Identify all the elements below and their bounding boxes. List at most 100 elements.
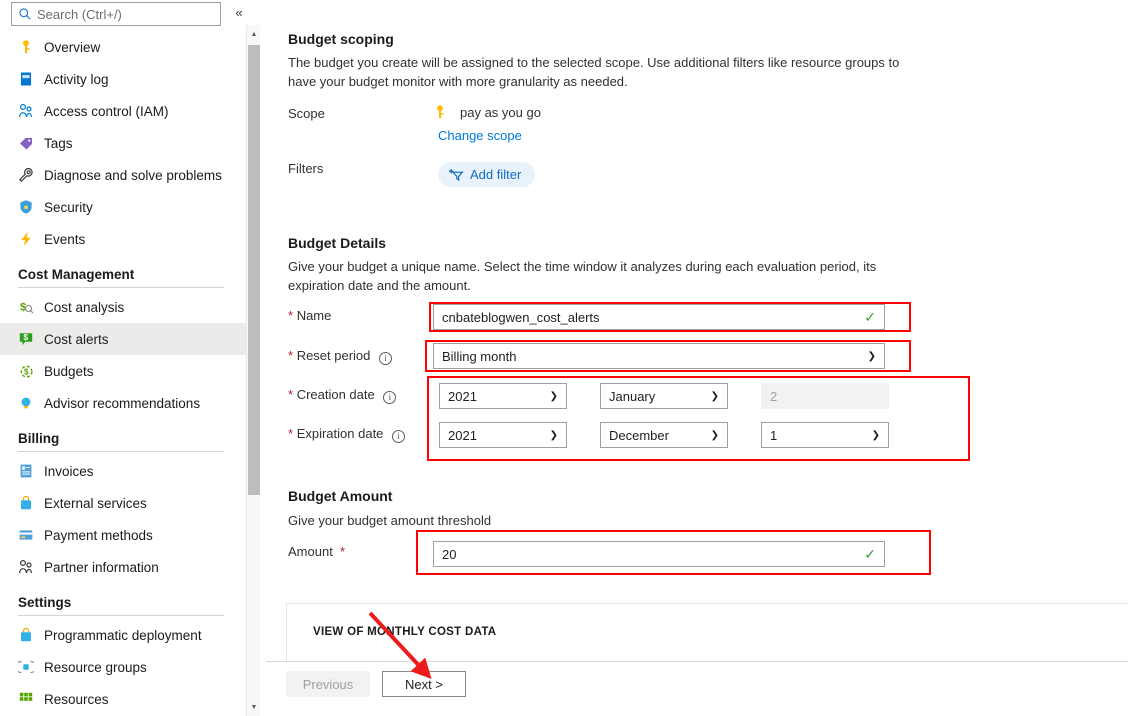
next-button[interactable]: Next > xyxy=(382,671,466,697)
filters-label: Filters xyxy=(288,161,324,176)
sidebar-item-cost-analysis[interactable]: $ Cost analysis xyxy=(0,291,246,323)
info-icon[interactable]: i xyxy=(383,391,397,404)
creation-date-label: Creation date xyxy=(296,387,375,402)
sidebar-item-label: Resources xyxy=(44,691,109,707)
budget-details-title: Budget Details xyxy=(288,235,387,251)
sidebar-item-budgets[interactable]: $ Budgets xyxy=(0,355,246,387)
svg-text:$: $ xyxy=(23,332,28,342)
tag-icon xyxy=(18,135,34,151)
scope-value: pay as you go xyxy=(460,104,541,120)
add-filter-icon xyxy=(448,167,464,183)
sidebar-item-resource-groups[interactable]: Resource groups xyxy=(0,651,246,683)
sidebar-item-external-services[interactable]: External services xyxy=(0,487,246,519)
sidebar-item-label: Diagnose and solve problems xyxy=(44,167,222,183)
key-icon xyxy=(432,104,448,120)
sidebar-item-events[interactable]: Events xyxy=(0,223,246,255)
sidebar-item-invoices[interactable]: Invoices xyxy=(0,455,246,487)
sidebar-item-label: External services xyxy=(44,495,147,511)
expiration-day-dropdown[interactable]: 1 ❯ xyxy=(761,422,889,448)
nav-group-title: Cost Management xyxy=(18,267,135,282)
sidebar-item-label: Advisor recommendations xyxy=(44,395,201,411)
sidebar-item-label: Access control (IAM) xyxy=(44,103,169,119)
sidebar-item-resources[interactable]: Resources xyxy=(0,683,246,715)
nav-group-title: Settings xyxy=(18,595,72,610)
sidebar-item-label: Budgets xyxy=(44,363,94,379)
name-input-wrapper[interactable]: ✓ xyxy=(433,304,885,330)
reset-period-label-row: * Reset period i xyxy=(288,348,393,365)
sidebar-item-payment-methods[interactable]: Payment methods xyxy=(0,519,246,551)
add-filter-button[interactable]: Add filter xyxy=(438,162,536,187)
info-icon[interactable]: i xyxy=(392,430,406,443)
creation-month-dropdown[interactable]: January ❯ xyxy=(600,383,728,409)
sidebar-item-security[interactable]: Security xyxy=(0,191,246,223)
deployment-icon xyxy=(18,627,34,643)
expiration-year-dropdown[interactable]: 2021 ❯ xyxy=(439,422,567,448)
budget-scoping-title: Budget scoping xyxy=(288,31,394,47)
expiration-day-value: 1 xyxy=(770,427,778,443)
sidebar-item-diagnose[interactable]: Diagnose and solve problems xyxy=(0,159,246,191)
sidebar-item-overview[interactable]: Overview xyxy=(0,31,246,63)
nav-scrollbar[interactable]: ▲ ▼ xyxy=(246,25,260,716)
chevron-down-icon: ❯ xyxy=(549,429,558,441)
resource-groups-icon xyxy=(18,659,34,675)
sidebar-item-label: Cost analysis xyxy=(44,299,125,315)
creation-day-value: 2 xyxy=(770,388,778,404)
external-services-icon xyxy=(18,495,34,511)
amount-input[interactable] xyxy=(442,546,859,562)
search-icon xyxy=(18,7,32,21)
valid-check-icon: ✓ xyxy=(864,545,876,562)
sidebar-item-activity-log[interactable]: Activity log xyxy=(0,63,246,95)
scroll-up-icon[interactable]: ▲ xyxy=(247,27,261,41)
collapse-nav-icon[interactable]: « xyxy=(231,4,246,22)
nav-group-settings: Settings xyxy=(0,583,246,616)
valid-check-icon: ✓ xyxy=(864,308,876,325)
sidebar-item-label: Partner information xyxy=(44,559,159,575)
change-scope-link[interactable]: Change scope xyxy=(438,128,522,143)
reset-period-label: Reset period xyxy=(296,348,371,363)
sidebar-item-programmatic-deployment[interactable]: Programmatic deployment xyxy=(0,619,246,651)
reset-period-value: Billing month xyxy=(442,348,517,364)
key-icon xyxy=(18,39,34,55)
search-box[interactable] xyxy=(11,2,221,26)
amount-label-row: Amount * xyxy=(288,544,345,559)
sidebar-item-label: Security xyxy=(44,199,93,215)
scroll-down-icon[interactable]: ▼ xyxy=(247,700,261,714)
nav-group-billing: Billing xyxy=(0,419,246,452)
sidebar-item-advisor-recommendations[interactable]: Advisor recommendations xyxy=(0,387,246,419)
nav-group-title: Billing xyxy=(18,431,60,446)
info-icon[interactable]: i xyxy=(379,352,393,365)
creation-month-value: January xyxy=(609,388,656,404)
sidebar-item-label: Overview xyxy=(44,39,101,55)
svg-text:$: $ xyxy=(24,368,29,377)
reset-period-dropdown[interactable]: Billing month ❯ xyxy=(433,343,885,369)
divider xyxy=(18,615,224,616)
amount-label: Amount xyxy=(288,544,333,559)
sidebar-item-tags[interactable]: Tags xyxy=(0,127,246,159)
sidebar-item-label: Programmatic deployment xyxy=(44,627,202,643)
creation-day-field: 2 xyxy=(761,383,889,409)
expiration-month-dropdown[interactable]: December ❯ xyxy=(600,422,728,448)
search-input[interactable] xyxy=(37,6,214,22)
required-asterisk: * xyxy=(288,387,294,402)
amount-input-wrapper[interactable]: ✓ xyxy=(433,541,885,567)
left-nav-panel: « Overview xyxy=(0,0,246,716)
creation-year-dropdown[interactable]: 2021 ❯ xyxy=(439,383,567,409)
nav-scrollbar-thumb[interactable] xyxy=(248,45,260,495)
budget-details-description: Give your budget a unique name. Select t… xyxy=(288,259,877,293)
chevron-down-icon: ❯ xyxy=(710,390,719,402)
sidebar-item-partner-information[interactable]: Partner information xyxy=(0,551,246,583)
sidebar-item-label: Cost alerts xyxy=(44,331,109,347)
activity-log-icon xyxy=(18,71,34,87)
creation-year-value: 2021 xyxy=(448,388,477,404)
chevron-down-icon: ❯ xyxy=(549,390,558,402)
sidebar-item-access-control[interactable]: Access control (IAM) xyxy=(0,95,246,127)
sidebar-item-label: Resource groups xyxy=(44,659,147,675)
scope-label: Scope xyxy=(288,106,325,121)
payment-methods-icon xyxy=(18,527,34,543)
budget-scoping-description: The budget you create will be assigned t… xyxy=(288,55,900,89)
wrench-icon xyxy=(18,167,34,183)
sidebar-item-cost-alerts[interactable]: $ Cost alerts xyxy=(0,323,246,355)
creation-date-label-row: * Creation date i xyxy=(288,387,397,404)
name-input[interactable] xyxy=(442,309,859,325)
monthly-cost-data-panel: VIEW OF MONTHLY COST DATA xyxy=(286,603,1128,661)
